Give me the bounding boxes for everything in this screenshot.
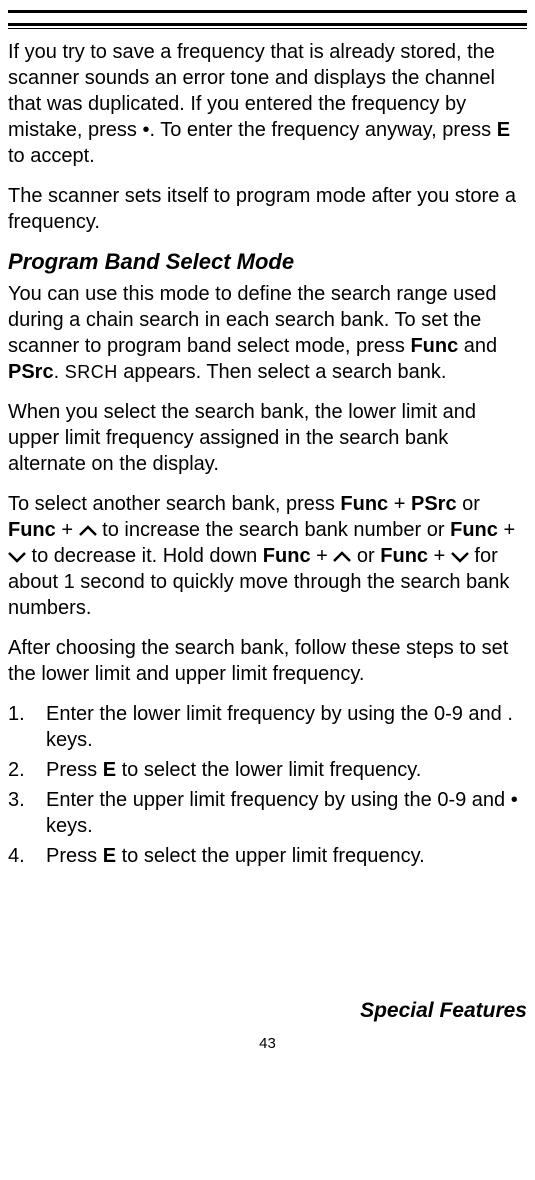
key-func: Func: [263, 545, 311, 567]
chevron-down-icon: [451, 551, 469, 563]
key-psrc: PSrc: [8, 361, 54, 383]
text: to decrease it. Hold down: [26, 545, 263, 567]
text: +: [388, 493, 411, 515]
paragraph-6: After choosing the search bank, follow t…: [8, 635, 527, 687]
heading-program-band: Program Band Select Mode: [8, 249, 527, 275]
page-number: 43: [8, 1035, 527, 1052]
key-psrc: PSrc: [411, 493, 457, 515]
text: to select the lower limit frequency.: [116, 759, 421, 781]
key-func: Func: [410, 335, 458, 357]
text: . To enter the frequency anyway, press: [150, 119, 497, 141]
text: +: [428, 545, 451, 567]
rule-thin-1: [8, 23, 527, 26]
text: or: [457, 493, 480, 515]
footer-section-title: Special Features: [8, 999, 527, 1023]
dot-symbol: •: [511, 789, 518, 811]
dot-symbol: •: [142, 119, 149, 141]
text: To select another search bank, press: [8, 493, 340, 515]
text: .: [54, 361, 65, 383]
step-2: Press E to select the lower limit freque…: [8, 757, 527, 783]
text: or: [351, 545, 380, 567]
step-4: Press E to select the upper limit freque…: [8, 843, 527, 869]
text: keys.: [46, 815, 93, 837]
text: Press: [46, 759, 103, 781]
text: and: [458, 335, 497, 357]
display-srch: SRCH: [65, 362, 118, 382]
text: to select the upper limit frequency.: [116, 845, 425, 867]
paragraph-5: To select another search bank, press Fun…: [8, 491, 527, 621]
key-e: E: [103, 845, 116, 867]
text: to accept.: [8, 145, 95, 167]
text: +: [56, 519, 79, 541]
steps-list: Enter the lower limit frequency by using…: [8, 701, 527, 869]
key-func: Func: [340, 493, 388, 515]
text: +: [311, 545, 334, 567]
text: Enter the lower limit frequency by using…: [46, 703, 513, 751]
paragraph-2: The scanner sets itself to program mode …: [8, 183, 527, 235]
key-e: E: [497, 119, 510, 141]
step-3: Enter the upper limit frequency by using…: [8, 787, 527, 839]
text: +: [498, 519, 515, 541]
chevron-up-icon: [79, 525, 97, 537]
step-1: Enter the lower limit frequency by using…: [8, 701, 527, 753]
rule-thin-2: [8, 28, 527, 29]
chevron-up-icon: [333, 551, 351, 563]
key-func: Func: [8, 519, 56, 541]
paragraph-3: You can use this mode to define the sear…: [8, 281, 527, 385]
text: Enter the upper limit frequency by using…: [46, 789, 511, 811]
paragraph-4: When you select the search bank, the low…: [8, 399, 527, 477]
key-e: E: [103, 759, 116, 781]
text: Press: [46, 845, 103, 867]
rule-thick: [8, 10, 527, 13]
text: to increase the search bank number or: [97, 519, 451, 541]
text: appears. Then select a search bank.: [118, 361, 447, 383]
chevron-down-icon: [8, 551, 26, 563]
paragraph-1: If you try to save a frequency that is a…: [8, 39, 527, 169]
key-func: Func: [450, 519, 498, 541]
key-func: Func: [380, 545, 428, 567]
